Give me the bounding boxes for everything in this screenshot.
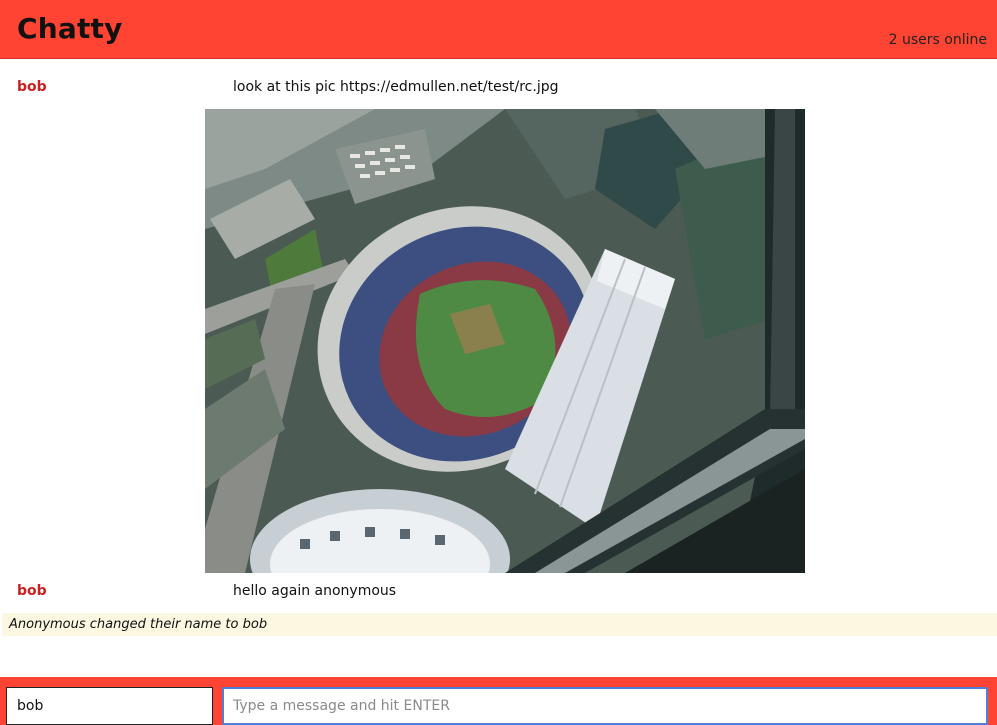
system-notice: Anonymous changed their name to bob (2, 613, 997, 636)
message-image[interactable] (205, 109, 805, 573)
chat-message: bob hello again anonymous (0, 578, 997, 604)
app-title: Chatty (17, 12, 123, 45)
system-notice-text: Anonymous changed their name to bob (9, 617, 268, 632)
message-text: hello again anonymous (233, 583, 397, 599)
online-users-count: 2 users online (888, 32, 987, 48)
app-header: Chatty 2 users online (0, 0, 997, 59)
message-input[interactable] (222, 687, 988, 725)
chat-message: bob look at this pic https://edmullen.ne… (0, 74, 997, 100)
aerial-stadium-photo-icon (205, 109, 805, 573)
composer-bar (0, 677, 997, 725)
message-username: bob (17, 583, 47, 599)
message-text: look at this pic https://edmullen.net/te… (233, 79, 559, 95)
message-list[interactable]: bob look at this pic https://edmullen.ne… (0, 60, 997, 675)
username-input[interactable] (6, 687, 213, 725)
message-username: bob (17, 79, 47, 95)
